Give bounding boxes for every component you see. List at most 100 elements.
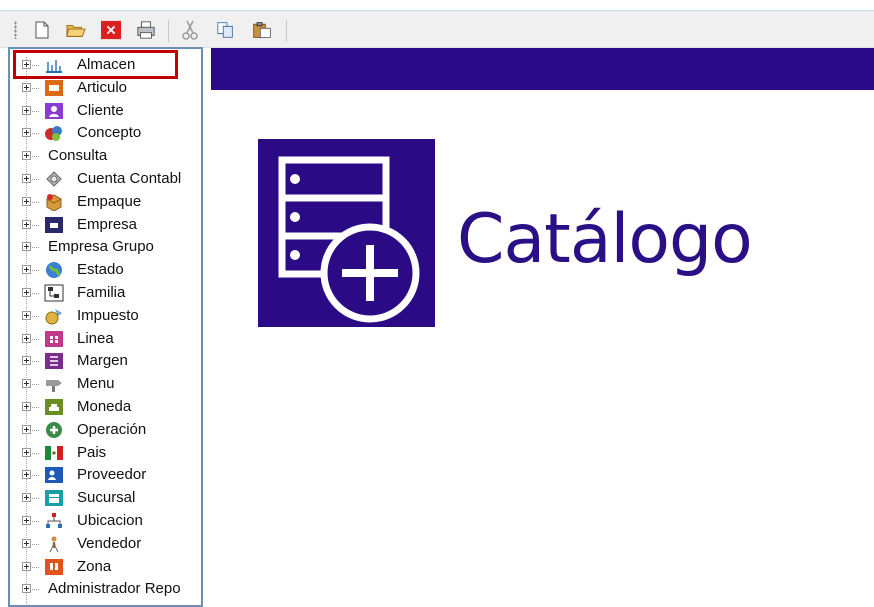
country-flag-icon <box>44 443 64 463</box>
expand-toggle-icon[interactable] <box>22 310 31 320</box>
tree-node-label: Familia <box>77 284 126 301</box>
tree-connector <box>32 293 40 294</box>
tree-node-label: Administrador Repo <box>48 580 181 598</box>
expand-toggle-icon[interactable] <box>22 196 31 206</box>
expand-toggle-icon[interactable] <box>22 447 31 457</box>
expand-toggle-icon[interactable] <box>22 470 31 480</box>
menu-icon <box>44 374 64 394</box>
tree-node[interactable]: Cuenta Contabl <box>10 168 201 190</box>
tree-node-label: Menu <box>77 375 115 393</box>
tree-connector <box>32 65 40 66</box>
expand-toggle-icon[interactable] <box>22 356 31 366</box>
tree-node[interactable]: Linea <box>10 328 201 350</box>
tree-node[interactable]: Operación <box>10 419 201 441</box>
expand-toggle-icon[interactable] <box>22 333 31 343</box>
expand-toggle-icon[interactable] <box>22 242 31 252</box>
cut-button[interactable] <box>180 20 200 40</box>
tree-node-label: Estado <box>77 261 124 279</box>
tree-connector <box>32 521 40 522</box>
branch-store-icon <box>44 488 64 508</box>
tree-node-label: Vendedor <box>77 534 142 552</box>
tree-node[interactable]: Sucursal <box>10 487 201 509</box>
expand-toggle-icon[interactable] <box>22 60 31 69</box>
expand-toggle-icon[interactable] <box>22 584 31 594</box>
tree-node-label: Empresa Grupo <box>48 238 154 256</box>
tree-node[interactable]: Almacen <box>10 54 201 76</box>
cut-icon <box>182 20 198 40</box>
expand-toggle-icon[interactable] <box>22 288 31 297</box>
expand-toggle-icon[interactable] <box>22 128 31 138</box>
expand-toggle-icon[interactable] <box>22 219 31 229</box>
delete-button[interactable] <box>101 20 121 40</box>
zone-icon <box>44 557 64 577</box>
tree-node[interactable]: Administrador Repo <box>10 578 201 600</box>
expand-toggle-icon[interactable] <box>22 424 31 434</box>
tree-node-label: Sucursal <box>77 489 136 507</box>
tree-connector <box>32 566 40 568</box>
tree-connector <box>32 407 40 408</box>
tree-node-label: Margen <box>77 352 128 370</box>
expand-toggle-icon[interactable] <box>22 82 31 92</box>
toolbar-separator <box>168 20 169 42</box>
header-banner <box>211 48 874 90</box>
company-icon <box>44 215 64 235</box>
tree-node-label: Impuesto <box>77 306 139 324</box>
expand-toggle-icon[interactable] <box>22 174 31 183</box>
tree-node[interactable]: Estado <box>10 259 201 281</box>
expand-toggle-icon[interactable] <box>22 151 31 161</box>
tree-node[interactable]: Moneda <box>10 396 201 418</box>
window-top-edge <box>0 0 874 11</box>
paste-icon <box>253 22 271 38</box>
tree-node[interactable]: Articulo <box>10 77 201 99</box>
new-button[interactable] <box>32 20 52 40</box>
tree-node[interactable]: Zona <box>10 556 201 578</box>
copy-button[interactable] <box>216 20 236 40</box>
tree-node[interactable]: Empresa <box>10 214 201 236</box>
catalog-title: Catálogo <box>457 200 753 279</box>
packaging-icon <box>44 192 64 212</box>
expand-toggle-icon[interactable] <box>22 402 31 411</box>
line-icon <box>44 329 64 349</box>
tree-connector <box>32 498 40 500</box>
tree-node[interactable]: Consulta <box>10 145 201 167</box>
expand-toggle-icon[interactable] <box>22 516 31 525</box>
tree-node[interactable]: Empresa Grupo <box>10 236 201 258</box>
tree-node[interactable]: Ubicacion <box>10 510 201 532</box>
family-tree-icon <box>44 283 64 303</box>
seller-icon <box>44 534 64 554</box>
tree-connector <box>32 156 40 158</box>
tree-node[interactable]: Proveedor <box>10 464 201 486</box>
tree-connector <box>32 361 40 363</box>
tree-node[interactable]: Menu <box>10 373 201 395</box>
tree-node[interactable]: Vendedor <box>10 533 201 555</box>
expand-toggle-icon[interactable] <box>22 105 31 115</box>
tree-connector <box>32 224 40 226</box>
margin-icon <box>44 351 64 371</box>
print-icon <box>137 21 155 39</box>
tree-node[interactable]: Impuesto <box>10 305 201 327</box>
tree-node[interactable]: Pais <box>10 442 201 464</box>
print-button[interactable] <box>136 20 156 40</box>
tree-node[interactable]: Familia <box>10 282 201 304</box>
expand-toggle-icon[interactable] <box>22 493 31 503</box>
expand-toggle-icon[interactable] <box>22 561 31 571</box>
toolbar-grip[interactable] <box>14 21 17 39</box>
accounting-account-icon <box>44 169 64 189</box>
location-icon <box>44 511 64 531</box>
tree-node[interactable]: Margen <box>10 350 201 372</box>
toolbar-separator-2 <box>286 20 287 42</box>
open-button[interactable] <box>66 20 86 40</box>
warehouse-icon <box>44 55 64 75</box>
toolbar <box>0 11 874 48</box>
catalog-tree[interactable]: Almacen Articulo Cliente Concepto Consulta Cu… <box>8 47 203 607</box>
tree-node-label: Operación <box>77 420 147 438</box>
tree-node[interactable]: Concepto <box>10 122 201 144</box>
expand-toggle-icon[interactable] <box>22 538 31 548</box>
expand-toggle-icon[interactable] <box>22 379 31 389</box>
tree-node[interactable]: Empaque <box>10 191 201 213</box>
expand-toggle-icon[interactable] <box>22 265 31 275</box>
tree-node[interactable]: Cliente <box>10 100 201 122</box>
tree-node-label: Zona <box>77 557 112 575</box>
paste-button[interactable] <box>252 20 272 40</box>
state-globe-icon <box>44 260 64 280</box>
